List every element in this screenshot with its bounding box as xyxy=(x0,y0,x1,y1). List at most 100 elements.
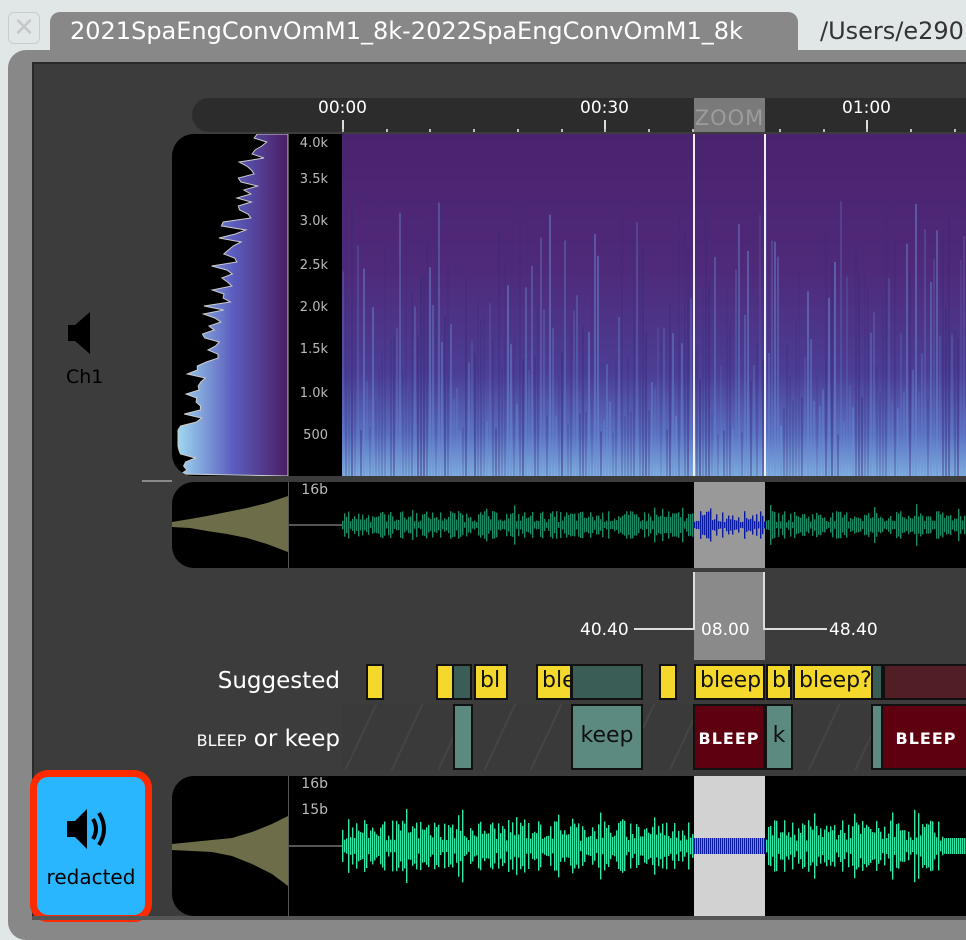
keep-segment[interactable]: k xyxy=(765,704,793,770)
bit-depth-label: 15b xyxy=(301,802,328,818)
spectrogram-band xyxy=(696,344,698,476)
waveform-sample xyxy=(840,511,842,539)
spectrogram-band xyxy=(906,243,908,476)
waveform-sample xyxy=(394,521,396,529)
waveform-sample xyxy=(820,514,822,536)
waveform-sample xyxy=(804,514,806,536)
waveform-overview[interactable] xyxy=(342,482,966,568)
suggested-segment[interactable] xyxy=(659,664,677,700)
spectrogram-band xyxy=(939,335,941,476)
waveform-sample xyxy=(624,820,626,872)
suggested-segment[interactable] xyxy=(883,664,966,700)
waveform-sample xyxy=(508,518,510,532)
waveform-sample xyxy=(388,514,390,536)
spectrogram-band xyxy=(846,276,848,476)
waveform-sample xyxy=(424,829,426,863)
waveform-sample xyxy=(850,518,852,532)
close-x-icon: ✕ xyxy=(13,13,35,43)
bit-depth-label: 16b xyxy=(301,776,328,792)
spectrogram-band xyxy=(555,415,557,476)
waveform-sample xyxy=(488,516,490,534)
play-redacted-button[interactable]: redacted xyxy=(30,770,152,922)
spectrogram-band xyxy=(570,320,572,476)
waveform-sample xyxy=(588,516,590,534)
tick-minor xyxy=(866,129,868,132)
waveform-sample xyxy=(448,825,450,867)
waveform-sample xyxy=(432,512,434,538)
spectrogram-band xyxy=(864,275,866,476)
close-tab-button[interactable]: ✕ xyxy=(8,12,40,44)
spectrogram-band xyxy=(804,357,806,476)
tick-minor xyxy=(910,129,912,132)
suggested-segment[interactable] xyxy=(366,664,384,700)
waveform-redacted[interactable] xyxy=(342,776,966,916)
waveform-sample xyxy=(932,821,934,871)
bottom-scrollbar[interactable] xyxy=(32,916,966,920)
waveform-sample xyxy=(580,512,582,538)
suggested-segment[interactable]: bl xyxy=(766,664,792,700)
waveform-sample xyxy=(672,831,674,861)
selection-end-line[interactable] xyxy=(764,134,766,476)
tab-file-path[interactable]: /Users/e290 xyxy=(820,12,964,50)
keep-segment[interactable]: keep xyxy=(571,704,643,770)
waveform-sample xyxy=(814,519,816,531)
speaker-icon[interactable] xyxy=(66,312,92,358)
waveform-sample xyxy=(726,838,728,854)
waveform-sample xyxy=(924,520,926,530)
waveform-sample xyxy=(364,519,366,531)
waveform-sample xyxy=(546,836,548,856)
waveform-sample xyxy=(478,823,480,869)
waveform-sample xyxy=(780,521,782,529)
spectrogram-view[interactable] xyxy=(342,134,966,476)
waveform-sample xyxy=(668,511,670,539)
waveform-sample xyxy=(606,520,608,530)
waveform-sample xyxy=(944,838,946,854)
waveform-sample xyxy=(828,832,830,860)
zoom-handle[interactable]: ZOOM xyxy=(694,98,765,132)
freq-label: 2.5k xyxy=(299,258,328,273)
spectrogram-band xyxy=(411,291,413,476)
keep-segment[interactable] xyxy=(453,704,473,770)
suggested-segment[interactable] xyxy=(452,664,472,700)
waveform-sample xyxy=(472,830,474,862)
waveform-sample xyxy=(880,831,882,861)
waveform-sample xyxy=(716,514,718,536)
waveform-sample xyxy=(850,838,852,854)
spectrogram-band xyxy=(717,434,719,476)
spectrogram-band xyxy=(552,328,554,476)
spectrogram-band xyxy=(618,316,620,476)
suggested-segment[interactable]: bleep? xyxy=(793,664,873,700)
bleep-segment[interactable]: BLEEP xyxy=(881,704,966,770)
waveform-sample xyxy=(638,826,640,866)
waveform-sample xyxy=(826,825,828,867)
waveform-sample xyxy=(916,504,918,546)
spectrogram-band xyxy=(729,322,731,476)
waveform-sample xyxy=(520,520,522,530)
waveform-sample xyxy=(730,519,732,531)
bleep-segment[interactable]: BLEEP xyxy=(693,704,765,770)
waveform-sample xyxy=(436,827,438,865)
waveform-sample xyxy=(646,520,648,530)
spectrogram-band xyxy=(747,250,749,476)
freq-label: 3.5k xyxy=(299,172,328,187)
spectrogram-band xyxy=(897,408,899,476)
spectrogram-band xyxy=(678,212,680,476)
spectrogram-band xyxy=(612,432,614,476)
suggested-segment[interactable]: bleep xyxy=(694,664,765,700)
waveform-sample xyxy=(778,838,780,854)
waveform-sample xyxy=(412,826,414,866)
waveform-sample xyxy=(818,515,820,535)
spectrogram-band xyxy=(909,269,911,476)
suggested-segment[interactable] xyxy=(571,664,643,700)
waveform-sample xyxy=(480,512,482,538)
waveform-sample xyxy=(578,513,580,537)
waveform-sample xyxy=(544,518,546,532)
tab-active-file[interactable]: 2021SpaEngConvOmM1_8k-2022SpaEngConvOmM1… xyxy=(50,12,798,50)
selection-duration-box[interactable] xyxy=(694,572,765,660)
track-divider-handle[interactable] xyxy=(142,480,172,482)
suggested-segment[interactable]: ble xyxy=(536,664,572,700)
waveform-sample xyxy=(442,520,444,530)
suggested-segment[interactable] xyxy=(871,664,883,700)
suggested-segment[interactable]: bl xyxy=(474,664,508,700)
selection-start-line[interactable] xyxy=(693,134,695,476)
